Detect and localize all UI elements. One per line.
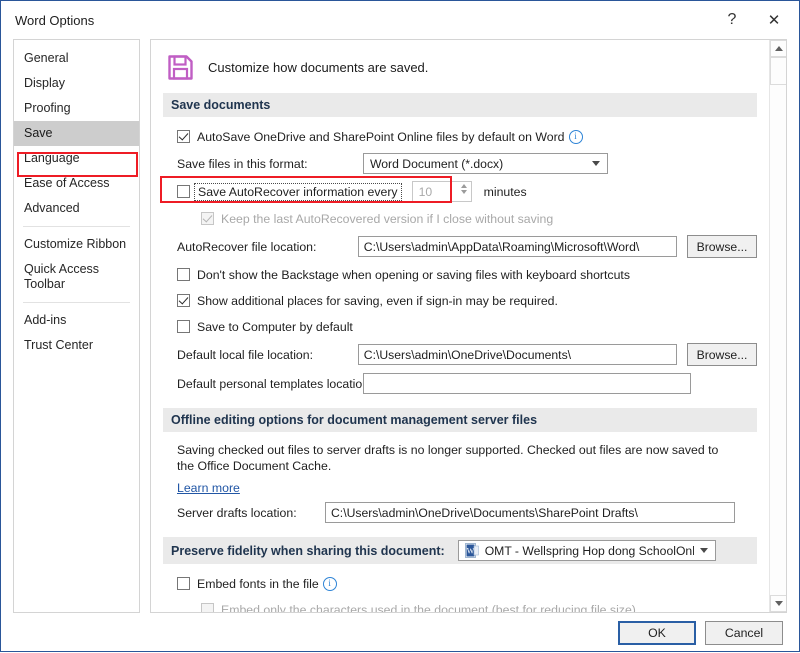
scrollbar-thumb[interactable] [770,57,786,85]
show-additional-places-label: Show additional places for saving, even … [197,293,558,308]
settings-scroll-content: Customize how documents are saved. Save … [151,40,769,612]
minutes-label: minutes [483,184,527,199]
keep-last-label: Keep the last AutoRecovered version if I… [221,211,554,226]
autorecover-location-input[interactable]: C:\Users\admin\AppData\Roaming\Microsoft… [357,236,677,257]
default-templates-location-label: Default personal templates location: [177,376,373,391]
server-drafts-input[interactable]: C:\Users\admin\OneDrive\Documents\ShareP… [325,502,735,523]
chevron-down-icon [774,601,783,606]
autorecover-location-label: AutoRecover file location: [177,239,317,254]
save-to-computer-label: Save to Computer by default [197,319,353,334]
autorecover-minutes-value: 10 [418,184,433,199]
server-drafts-label: Server drafts location: [177,505,297,520]
dialog-footer: OK Cancel [1,613,799,653]
settings-panel: Customize how documents are saved. Save … [150,39,787,613]
dialog-body: General Display Proofing Save Language E… [1,39,799,613]
sidebar-divider-2 [23,302,130,303]
offline-editing-description: Saving checked out files to server draft… [177,443,719,473]
preserve-fidelity-dropdown[interactable]: W OMT - Wellspring Hop dong SchoolOnlin.… [457,540,716,561]
title-bar: Word Options ? ✕ [1,1,799,39]
preserve-fidelity-label: Preserve fidelity when sharing this docu… [171,543,445,558]
save-format-value: Word Document (*.docx) [370,156,504,171]
ok-button[interactable]: OK [618,621,696,645]
stepper-arrows[interactable] [460,184,467,194]
save-to-computer-checkbox[interactable] [177,320,190,333]
learn-more-link[interactable]: Learn more [163,481,240,495]
embed-characters-checkbox [201,603,214,612]
default-local-location-label: Default local file location: [177,347,314,362]
sidebar-nav: General Display Proofing Save Language E… [13,39,140,613]
embed-characters-label: Embed only the characters used in the do… [221,602,636,613]
word-document-icon: W [464,543,479,558]
dont-show-backstage-checkbox[interactable] [177,268,190,281]
help-button[interactable]: ? [711,5,753,35]
default-templates-location-input[interactable] [363,373,691,394]
cancel-button[interactable]: Cancel [705,621,783,645]
scroll-down-button[interactable] [770,595,786,612]
section-save-documents: Save documents [163,93,757,117]
show-additional-places-row[interactable]: Show additional places for saving, even … [163,291,757,310]
save-format-dropdown[interactable]: Word Document (*.docx) [363,153,608,174]
scroll-up-button[interactable] [770,40,786,57]
default-local-location-row: Default local file location: C:\Users\ad… [163,343,757,366]
sidebar-item-general[interactable]: General [14,46,139,71]
autorecover-minutes-stepper[interactable]: 10 [411,181,472,202]
autosave-checkbox[interactable] [177,130,190,143]
embed-fonts-checkbox[interactable] [177,577,190,590]
sidebar-item-customize-ribbon[interactable]: Customize Ribbon [14,232,139,257]
autosave-label: AutoSave OneDrive and SharePoint Online … [197,129,565,144]
default-local-location-input[interactable]: C:\Users\admin\OneDrive\Documents\ [357,344,677,365]
dont-show-backstage-row[interactable]: Don't show the Backstage when opening or… [163,265,757,284]
page-title: Word Options [15,12,95,28]
autosave-row[interactable]: AutoSave OneDrive and SharePoint Online … [163,127,757,146]
info-icon[interactable]: i [568,129,583,144]
sidebar-item-proofing[interactable]: Proofing [14,96,139,121]
default-templates-location-row: Default personal templates location: [163,373,757,394]
sidebar-item-display[interactable]: Display [14,71,139,96]
autorecover-location-row: AutoRecover file location: C:\Users\admi… [163,235,757,258]
save-floppy-icon [167,54,194,81]
dont-show-backstage-label: Don't show the Backstage when opening or… [197,267,630,282]
sidebar-item-advanced[interactable]: Advanced [14,196,139,221]
sidebar-divider-1 [23,226,130,227]
save-format-label: Save files in this format: [177,156,308,171]
chevron-down-icon [699,548,708,553]
sidebar-item-add-ins[interactable]: Add-ins [14,308,139,333]
panel-header: Customize how documents are saved. [167,54,757,81]
chevron-up-icon [774,46,783,51]
sidebar-item-trust-center[interactable]: Trust Center [14,333,139,358]
autorecover-row: Save AutoRecover information every 10 mi… [160,176,757,203]
sidebar-item-language[interactable]: Language [14,146,139,171]
info-icon[interactable]: i [322,576,337,591]
stepper-up-icon[interactable] [460,184,467,188]
autorecover-checkbox[interactable] [177,185,190,198]
server-drafts-row: Server drafts location: C:\Users\admin\O… [163,502,757,523]
section-preserve-fidelity: Preserve fidelity when sharing this docu… [163,537,757,564]
section-offline-editing: Offline editing options for document man… [163,408,757,432]
browse-autorecover-button[interactable]: Browse... [686,235,757,258]
save-format-row: Save files in this format: Word Document… [163,153,757,174]
settings-scrollbar[interactable] [769,40,786,612]
keep-last-checkbox [201,212,214,225]
embed-fonts-row[interactable]: Embed fonts in the file i [163,574,757,593]
browse-default-local-button[interactable]: Browse... [686,343,757,366]
word-options-dialog: Word Options ? ✕ General Display Proofin… [0,0,800,652]
sidebar-item-quick-access-toolbar[interactable]: Quick Access Toolbar [14,257,139,297]
panel-header-text: Customize how documents are saved. [208,60,429,75]
keep-last-row: Keep the last AutoRecovered version if I… [163,209,757,228]
save-to-computer-row[interactable]: Save to Computer by default [163,317,757,336]
embed-characters-row: Embed only the characters used in the do… [163,600,757,612]
autorecover-label: Save AutoRecover information every [194,182,402,201]
embed-fonts-label: Embed fonts in the file [197,576,319,591]
close-icon[interactable]: ✕ [753,5,795,35]
stepper-down-icon[interactable] [460,190,467,194]
preserve-fidelity-value: OMT - Wellspring Hop dong SchoolOnlin... [484,543,694,558]
sidebar-item-save[interactable]: Save [14,121,139,146]
sidebar-item-ease-of-access[interactable]: Ease of Access [14,171,139,196]
svg-text:W: W [466,547,474,556]
show-additional-places-checkbox[interactable] [177,294,190,307]
chevron-down-icon [592,161,600,166]
